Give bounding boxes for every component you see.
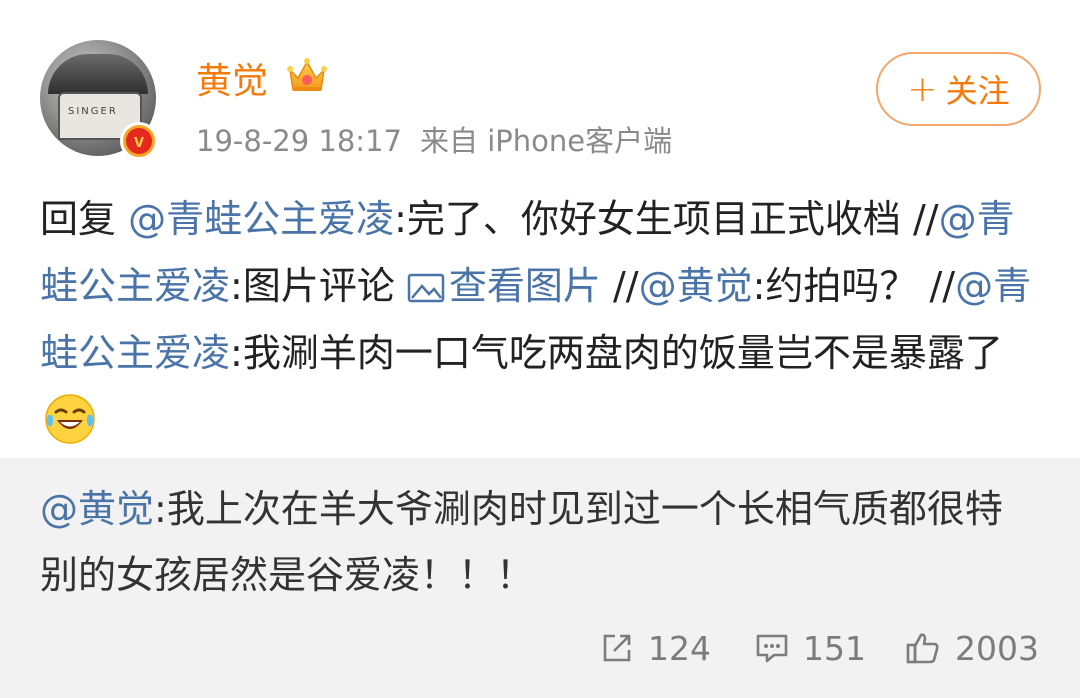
follow-button[interactable]: + 关注 — [876, 52, 1041, 126]
avatar-photo-bg — [48, 54, 148, 94]
mention-link[interactable]: @青蛙公主爱凌 — [128, 197, 394, 241]
repost-count: 124 — [648, 628, 711, 668]
post-source[interactable]: 来自 iPhone客户端 — [420, 124, 672, 158]
username[interactable]: 黄觉 — [196, 52, 268, 104]
mention-link[interactable]: @黄觉 — [40, 487, 154, 531]
quoted-text: @黄觉:我上次在羊大爷涮肉时见到过一个长相气质都很特别的女孩居然是谷爱凌！！！ — [40, 476, 1040, 608]
post-content: 回复 @青蛙公主爱凌:完了、你好女生项目正式收档 //@青蛙公主爱凌:图片评论 … — [40, 186, 1050, 454]
thumbs-up-icon — [906, 633, 939, 664]
laugh-cry-emoji-icon — [45, 394, 95, 444]
comment-count: 151 — [803, 628, 866, 668]
verified-badge-icon: v — [120, 122, 158, 160]
avatar-logo-text: SINGER — [68, 106, 118, 117]
content-text: :完了、你好女生项目正式收档 // — [394, 197, 939, 241]
repost-button[interactable]: 124 — [600, 628, 711, 668]
quoted-body: :我上次在羊大爷涮肉时见到过一个长相气质都很特别的女孩居然是谷爱凌！！！ — [40, 487, 1003, 597]
quoted-comment[interactable]: @黄觉:我上次在羊大爷涮肉时见到过一个长相气质都很特别的女孩居然是谷爱凌！！！ … — [0, 458, 1080, 698]
plus-icon: + — [907, 68, 938, 110]
content-text: :图片评论 — [230, 264, 407, 308]
comment-button[interactable]: 151 — [755, 628, 866, 668]
content-text: :约拍吗？ // — [752, 264, 956, 308]
repost-icon — [603, 634, 631, 662]
post-time: 19-8-29 18:17 — [196, 124, 402, 158]
image-icon — [407, 273, 445, 303]
view-image-label: 查看图片 — [448, 264, 601, 308]
view-image-link[interactable]: 查看图片 — [407, 264, 601, 308]
follow-label: 关注 — [945, 72, 1010, 110]
crown-icon — [287, 58, 327, 91]
mention-link[interactable]: @黄觉 — [639, 264, 753, 308]
like-count: 2003 — [955, 628, 1039, 668]
content-text: 回复 — [40, 197, 129, 241]
post-meta: 19-8-29 18:17 来自 iPhone客户端 — [196, 118, 672, 160]
post-header: SINGER v 黄觉 19-8-29 18:17 来自 iPhone客户端 + … — [0, 0, 1080, 175]
like-button[interactable]: 2003 — [905, 628, 1039, 668]
content-text: // — [600, 264, 639, 308]
comment-icon — [756, 634, 788, 663]
content-text: :我涮羊肉一口气吃两盘肉的饭量岂不是暴露了 — [230, 331, 1003, 375]
